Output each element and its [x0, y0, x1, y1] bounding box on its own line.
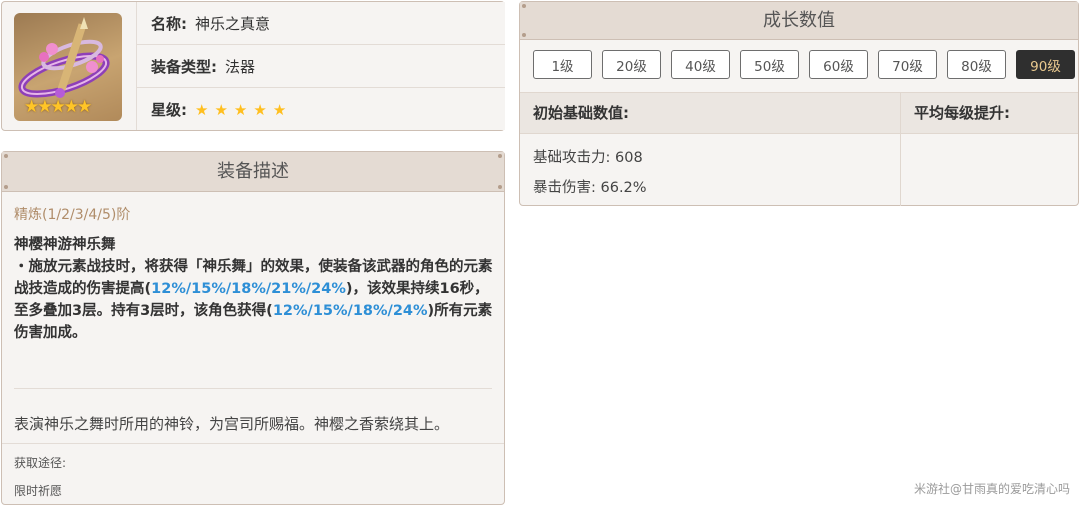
level-button[interactable]: 20级 [602, 50, 661, 79]
weapon-info-panel: ★ ★ ★ ★ ★ 名称: 神乐之真意 装备类型: 法器 星级: ★ ★ ★ ★ ★ [1, 1, 505, 131]
type-label: 装备类型: [151, 57, 217, 76]
star-icon: ★ [214, 100, 228, 119]
level-button[interactable]: 50级 [740, 50, 799, 79]
crit-damage-stat: 暴击伤害: 66.2% [533, 180, 647, 196]
star-icon: ★ [253, 100, 267, 119]
level-button[interactable]: 70级 [878, 50, 937, 79]
weapon-type: 法器 [225, 57, 256, 76]
corner-ornament [522, 4, 526, 8]
level-button[interactable]: 60级 [809, 50, 868, 79]
base-attack-stat: 基础攻击力: 608 [533, 150, 643, 166]
base-stats-header: 初始基础数值: [533, 104, 629, 122]
skill-value-highlight: 12%/15%/18%/24% [272, 303, 428, 319]
star-icon: ★ [272, 100, 287, 119]
level-button[interactable]: 1级 [533, 50, 592, 79]
stats-header-row: 初始基础数值: 平均每级提升: [520, 92, 1078, 134]
obtain-label: 获取途径: [14, 456, 67, 470]
weapon-thumbnail: ★★★★★ [14, 13, 122, 121]
level-button[interactable]: 80级 [947, 50, 1006, 79]
description-title: 装备描述 [217, 161, 289, 182]
weapon-name: 神乐之真意 [195, 14, 271, 33]
description-header: 装备描述 [2, 152, 504, 192]
corner-ornament [498, 185, 502, 189]
passive-skill-effect: ・施放元素战技时，将获得「神乐舞」的效果，使装备该武器的角色的元素战技造成的伤害… [14, 256, 496, 344]
name-label: 名称: [151, 14, 187, 33]
obtain-value: 限时祈愿 [14, 484, 63, 498]
growth-stats-panel: 成长数值 1级 20级 40级 50级 60级 70级 80级 90级 初始基础数值: 平均每… [519, 1, 1079, 206]
star-icon: ★ [195, 100, 209, 119]
thumbnail-rarity-stars: ★★★★★ [24, 97, 92, 117]
watermark: 米游社@甘雨真的爱吃清心吗 [913, 482, 1070, 496]
flavor-text: 表演神乐之舞时所用的神铃，为宫司所赐福。神樱之香萦绕其上。 [14, 415, 450, 433]
corner-ornament [522, 33, 526, 37]
name-row: 名称: 神乐之真意 [137, 2, 505, 45]
rarity-label: 星级: [151, 101, 187, 119]
description-panel: 装备描述 精炼(1/2/3/4/5)阶 神樱神游神乐舞 ・施放元素战技时，将获得… [1, 151, 505, 505]
level-button[interactable]: 40级 [671, 50, 730, 79]
type-row: 装备类型: 法器 [137, 45, 505, 88]
refinement-levels: 精炼(1/2/3/4/5)阶 [14, 207, 131, 223]
passive-skill-text: 神樱神游神乐舞 ・施放元素战技时，将获得「神乐舞」的效果，使装备该武器的角色的元… [14, 234, 496, 344]
passive-skill-name: 神樱神游神乐舞 [14, 237, 116, 253]
growth-title: 成长数值 [763, 10, 835, 31]
column-divider [900, 92, 901, 206]
corner-ornament [4, 154, 8, 158]
rarity-stars: ★ ★ ★ ★ ★ [195, 101, 292, 119]
avg-growth-header: 平均每级提升: [914, 104, 1010, 122]
growth-header: 成长数值 [520, 2, 1078, 40]
skill-value-highlight: 12%/15%/18%/21%/24% [151, 281, 346, 297]
level-selector: 1级 20级 40级 50级 60级 70级 80级 90级 [533, 50, 1075, 79]
rarity-row: 星级: ★ ★ ★ ★ ★ [137, 88, 505, 131]
divider [2, 443, 504, 444]
divider [14, 388, 492, 389]
corner-ornament [498, 154, 502, 158]
corner-ornament [4, 185, 8, 189]
star-icon: ★ [233, 100, 248, 119]
level-button[interactable]: 90级 [1016, 50, 1075, 79]
stats-body: 基础攻击力: 608 暴击伤害: 66.2% [520, 134, 1078, 206]
